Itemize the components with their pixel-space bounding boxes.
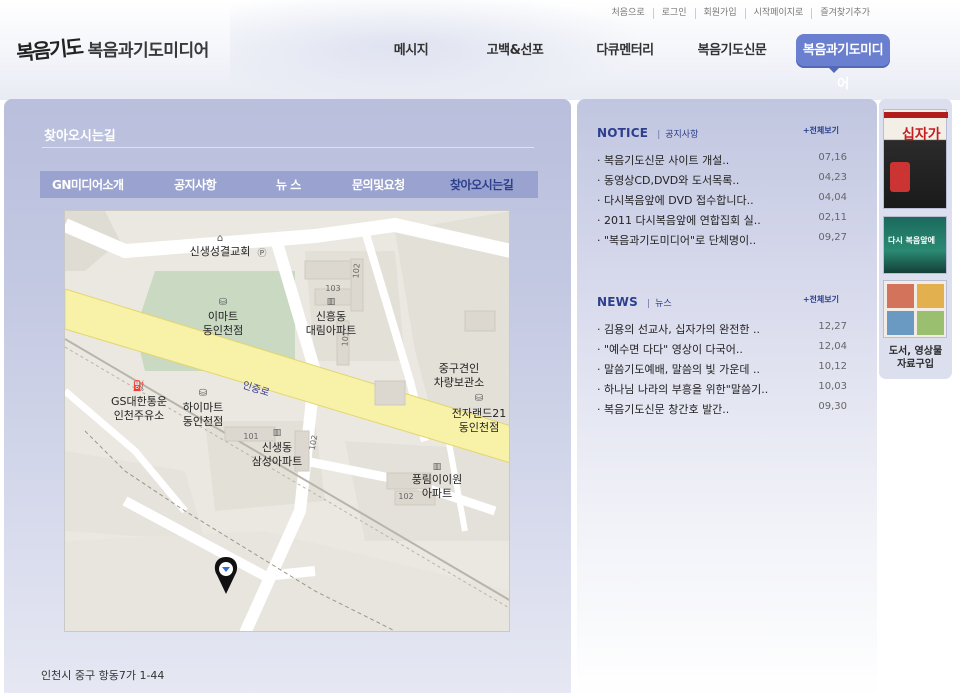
sub-nav: GN미디어소개 공지사항 뉴 스 문의및요청 찾아오시는길 [40,171,538,198]
dvd-title: 다시 복음앞에 [888,236,935,245]
map-label-church: 신생성결교회 [190,245,251,258]
location-panel: 찾아오시는길 GN미디어소개 공지사항 뉴 스 문의및요청 찾아오시는길 ⌂ 신… [4,99,571,693]
svg-text:풍림이이원: 풍림이이원 [412,473,463,486]
util-home-link[interactable]: 처음으로 [604,8,653,19]
book-cross-cover[interactable]: 십자가 [883,109,948,209]
nav-message[interactable]: 메시지 [380,34,442,68]
nav-newspaper[interactable]: 복음기도신문 [694,34,770,68]
svg-text:신흥동: 신흥동 [316,309,346,323]
news-item[interactable]: · 김용의 선교사, 십자가의 완전한 .. 12,27 [597,321,847,341]
utility-links: 처음으로 로그인 회원가입 시작페이지로 즐겨찾기추가 [604,8,878,19]
svg-text:차량보관소: 차량보관소 [434,376,485,389]
svg-text:⛁: ⛁ [475,393,483,404]
news-item[interactable]: · 하나님 나라의 부흥을 위한"말씀기.. 10,03 [597,381,847,401]
svg-text:102: 102 [351,263,361,279]
title-divider [42,147,534,148]
svg-text:▥: ▥ [327,297,336,307]
svg-text:101: 101 [340,331,350,347]
map-label-emart-1: 이마트 [208,310,238,323]
logo-text: 복음과기도미디어 [87,41,210,61]
purchase-caption[interactable]: 도서, 영상물 자료구입 [879,345,952,371]
svg-text:동인천점: 동인천점 [459,420,499,434]
svg-text:인천주유소: 인천주유소 [114,408,165,422]
notice-item[interactable]: · "복음과기도미디어"로 단체명이.. 09,27 [597,232,847,252]
book-cross-title: 십자가 [902,127,941,143]
subnav-directions[interactable]: 찾아오시는길 [450,176,514,193]
shop-icon: ⛁ [219,297,227,308]
site-logo[interactable]: 복음기도 복음과기도미디어 [15,34,210,66]
svg-text:102: 102 [398,492,413,501]
news-item[interactable]: · 복음기도신문 창간호 발간.. 09,30 [597,401,847,421]
notice-title: NOTICE [597,126,649,140]
svg-text:동인천점: 동인천점 [183,414,223,428]
location-map[interactable]: ⌂ 신생성결교회 Ⓟ ⛁ 이마트 동인천점 ▥ 신흥동 대림아파트 102 10… [64,210,510,632]
news-item[interactable]: · 말씀기도예배, 말씀의 빛 가운데 .. 10,12 [597,361,847,381]
dvd-cover[interactable]: 다시 복음앞에 [883,216,947,274]
svg-text:⛁: ⛁ [199,388,207,399]
svg-text:▥: ▥ [433,462,442,472]
svg-text:Ⓟ: Ⓟ [257,248,266,259]
notice-more-link[interactable]: +전체보기 [803,125,839,136]
svg-text:중구견인: 중구견인 [439,362,479,375]
logo-mark: 복음기도 [15,34,83,66]
nav-confession[interactable]: 고백&선포 [484,34,546,68]
news-more-link[interactable]: +전체보기 [803,294,839,305]
svg-text:▥: ▥ [273,428,282,438]
book-set-cover[interactable] [883,280,947,338]
svg-text:삼성아파트: 삼성아파트 [252,455,303,468]
subnav-news[interactable]: 뉴 스 [276,176,301,193]
svg-text:GS대한통운: GS대한통운 [111,395,167,408]
subnav-inquiry[interactable]: 문의및요청 [352,176,405,193]
main-nav: 메시지 고백&선포 다큐멘터리 복음기도신문 복음과기도미디어 [380,34,890,92]
util-login-link[interactable]: 로그인 [652,8,695,19]
news-item[interactable]: · "예수면 다다" 영상이 다국어.. 12,04 [597,341,847,361]
map-label-emart-2: 동인천점 [203,323,243,337]
util-startpage-link[interactable]: 시작페이지로 [744,8,812,19]
notice-item[interactable]: · 다시복음앞에 DVD 접수합니다.. 04,04 [597,192,847,212]
util-bookmark-link[interactable]: 즐겨찾기추가 [811,8,878,19]
resource-sidebar: 십자가 다시 복음앞에 도서, 영상물 자료구입 [879,99,952,379]
news-board: NEWS 뉴스 +전체보기 · 김용의 선교사, 십자가의 완전한 ..12,2… [597,291,847,421]
svg-text:아파트: 아파트 [422,487,452,500]
svg-text:⛽: ⛽ [133,379,145,392]
notice-item[interactable]: · 동영상CD,DVD와 도서목록.. 04,23 [597,172,847,192]
news-title: NEWS [597,295,638,309]
svg-text:신생동: 신생동 [262,441,292,454]
board-panel: NOTICE 공지사항 +전체보기 · 복음기도신문 사이트 개설..07,16… [577,99,877,693]
news-subtitle: 뉴스 [647,296,672,309]
notice-item[interactable]: · 2011 다시복음앞에 연합집회 실.. 02,11 [597,212,847,232]
notice-board: NOTICE 공지사항 +전체보기 · 복음기도신문 사이트 개설..07,16… [597,122,847,252]
notice-subtitle: 공지사항 [657,127,698,140]
nav-documentary[interactable]: 다큐멘터리 [588,34,662,68]
svg-text:103: 103 [325,284,340,293]
nav-media[interactable]: 복음과기도미디어 [796,34,890,92]
subnav-notice[interactable]: 공지사항 [174,176,217,193]
util-join-link[interactable]: 회원가입 [694,8,745,19]
svg-text:전자랜드21: 전자랜드21 [452,407,506,420]
svg-text:101: 101 [243,432,258,441]
nav-active-caret [829,68,839,73]
church-icon: ⌂ [217,233,223,244]
address-text: 인천시 중구 항동7가 1-44 [41,669,165,682]
svg-text:하이마트: 하이마트 [183,400,223,414]
site-header: 복음기도 복음과기도미디어 처음으로 로그인 회원가입 시작페이지로 즐겨찾기추… [0,0,960,100]
notice-item[interactable]: · 복음기도신문 사이트 개설.. 07,16 [597,152,847,172]
page-title: 찾아오시는길 [44,129,116,144]
subnav-about[interactable]: GN미디어소개 [52,176,124,193]
